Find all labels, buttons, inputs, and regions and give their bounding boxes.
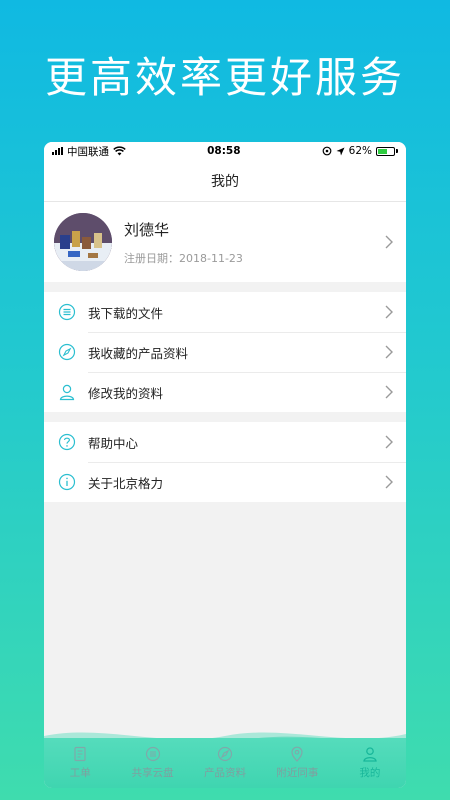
compass-icon <box>217 746 233 762</box>
location-icon <box>291 746 304 762</box>
tab-label: 产品资料 <box>204 767 247 779</box>
profile-register-date: 注册日期：2018-11-23 <box>124 251 243 265</box>
tab-product-docs[interactable]: 产品资料 <box>189 738 261 788</box>
profile-card[interactable]: 刘德华 注册日期：2018-11-23 <box>44 202 406 282</box>
help-icon <box>58 433 76 451</box>
menu-group-secondary: 帮助中心 关于北京格力 <box>44 422 406 502</box>
tab-mine[interactable]: 我的 <box>334 738 406 788</box>
menu-item-downloads[interactable]: 我下载的文件 <box>44 292 406 332</box>
list-icon <box>58 303 76 321</box>
user-icon <box>363 747 377 762</box>
tab-label: 我的 <box>359 767 381 779</box>
menu-item-favorites[interactable]: 我收藏的产品资料 <box>44 332 406 372</box>
status-bar: 中国联通 08:58 62% <box>44 142 406 160</box>
nav-bar: 我的 <box>44 160 406 202</box>
orientation-lock-icon <box>322 146 332 156</box>
menu-item-label: 我下载的文件 <box>88 305 164 321</box>
document-icon <box>74 746 86 762</box>
compass-icon <box>58 343 76 361</box>
tab-label: 工单 <box>69 767 91 779</box>
tab-work-orders[interactable]: 工单 <box>44 738 116 788</box>
info-icon <box>58 473 76 491</box>
battery-percent: 62% <box>348 145 372 157</box>
chevron-right-icon <box>385 305 393 319</box>
menu-item-label: 关于北京格力 <box>88 475 164 491</box>
menu-item-label: 我收藏的产品资料 <box>88 345 189 361</box>
chevron-right-icon <box>385 235 393 249</box>
profile-name: 刘德华 <box>124 220 170 239</box>
chevron-right-icon <box>385 345 393 359</box>
tab-label: 附近同事 <box>276 767 319 779</box>
tab-cloud-drive[interactable]: 共享云盘 <box>116 738 188 788</box>
chevron-right-icon <box>385 475 393 489</box>
location-arrow-icon <box>336 147 345 155</box>
clock: 08:58 <box>207 145 241 157</box>
wifi-icon <box>113 146 126 156</box>
chevron-right-icon <box>385 435 393 449</box>
signal-icon <box>52 147 63 155</box>
avatar <box>54 213 112 271</box>
user-icon <box>59 384 75 401</box>
page-title: 我的 <box>211 173 239 190</box>
battery-icon <box>376 146 398 156</box>
menu-item-edit-profile[interactable]: 修改我的资料 <box>44 372 406 412</box>
chevron-right-icon <box>385 385 393 399</box>
list-icon <box>145 746 160 762</box>
phone-screen: 中国联通 08:58 62% 我的 刘德华 注册日期：2018-11-23 我下… <box>44 142 406 788</box>
menu-group-primary: 我下载的文件 我收藏的产品资料 修改我的资料 <box>44 292 406 412</box>
promo-headline: 更高效率更好服务 <box>44 53 405 102</box>
tab-bar: 工单 共享云盘 产品资料 附近同事 我的 <box>44 738 406 788</box>
menu-item-about[interactable]: 关于北京格力 <box>44 462 406 502</box>
tab-label: 共享云盘 <box>131 767 174 779</box>
menu-item-help[interactable]: 帮助中心 <box>44 422 406 462</box>
carrier-label: 中国联通 <box>67 145 109 158</box>
menu-item-label: 修改我的资料 <box>88 385 164 401</box>
tab-nearby-colleagues[interactable]: 附近同事 <box>261 738 333 788</box>
menu-item-label: 帮助中心 <box>88 435 139 451</box>
